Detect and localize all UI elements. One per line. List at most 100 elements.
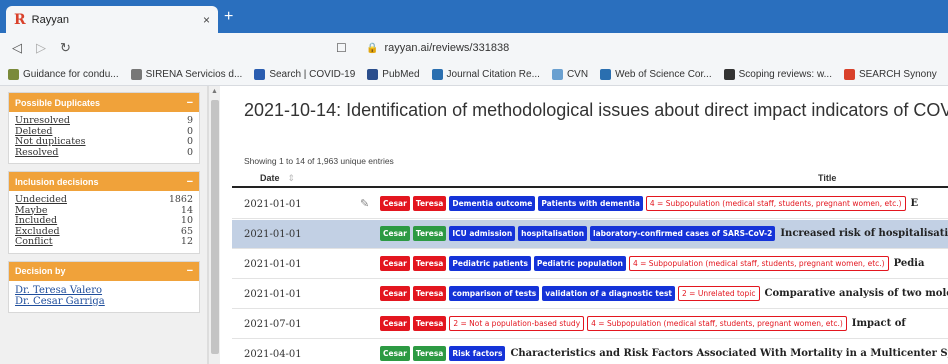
exclusion-reason-tag[interactable]: 4 = Subpopulation (medical staff, studen… — [587, 316, 847, 331]
filter-row[interactable]: Included 10 — [15, 215, 193, 227]
row-title[interactable]: Characteristics and Risk Factors Associa… — [510, 348, 948, 359]
filter-row[interactable]: Not duplicates 0 — [15, 136, 193, 148]
bookmark-item[interactable]: CVN — [551, 69, 588, 80]
bookmark-favicon-icon — [600, 69, 612, 80]
exclusion-reason-tag[interactable]: 4 = Subpopulation (medical staff, studen… — [645, 196, 906, 211]
bookmark-page-icon[interactable]: ☐ — [336, 41, 347, 55]
bookmark-label: PubMed — [382, 69, 420, 80]
filter-label[interactable]: Undecided — [15, 194, 67, 206]
reviewer-decision-badge: Cesar — [380, 196, 410, 211]
exclusion-reason-tag[interactable]: 2 = Not a population-based study — [449, 316, 585, 331]
bookmark-item[interactable]: Web of Science Cor... — [600, 69, 712, 80]
bookmark-item[interactable]: Guidance for condu... — [8, 69, 119, 80]
reviewer-link[interactable]: Dr. Teresa Valero — [15, 285, 193, 296]
filter-row[interactable]: Undecided 1862 — [15, 194, 193, 206]
reviewer-decision-badge: Teresa — [412, 286, 447, 301]
panel-title: Inclusion decisions — [15, 176, 99, 187]
tab-close-icon[interactable]: × — [203, 13, 210, 27]
row-title[interactable]: E — [911, 198, 919, 209]
row-title[interactable]: Comparative analysis of two mole — [765, 288, 948, 299]
bookmark-item[interactable]: PubMed — [367, 69, 420, 80]
label-tag[interactable]: validation of a diagnostic test — [542, 286, 676, 301]
url-field[interactable]: 🔒 rayyan.ai/reviews/331838 — [366, 42, 509, 54]
row-title[interactable]: Increased risk of hospitalisatio — [780, 228, 948, 239]
bookmark-item[interactable]: Scoping reviews: w... — [723, 69, 832, 80]
label-tag[interactable]: Risk factors — [449, 346, 506, 361]
url-text: rayyan.ai/reviews/331838 — [384, 42, 510, 54]
panel-header[interactable]: Possible Duplicates − — [9, 93, 199, 112]
collapse-icon[interactable]: − — [187, 176, 193, 188]
bookmark-item[interactable]: SEARCH Synony — [843, 69, 937, 80]
row-date: 2021-01-01 — [244, 229, 302, 240]
forward-arrow-icon[interactable]: ▷ — [36, 40, 46, 56]
new-tab-button[interactable]: + — [224, 8, 233, 26]
bookmark-item[interactable]: SIRENA Servicios d... — [130, 69, 242, 80]
reviewer-decision-badge: Teresa — [412, 226, 447, 241]
reviewer-link[interactable]: Dr. Cesar Garriga — [15, 296, 193, 307]
filter-row[interactable]: Resolved 0 — [15, 147, 193, 159]
row-title[interactable]: Impact of — [852, 318, 906, 329]
bookmark-item[interactable]: Search | COVID-19 — [254, 69, 355, 80]
row-labels: Cesar Teresa Risk factors Characteristics a… — [380, 346, 948, 361]
table-row[interactable]: 2021-01-01 ✎ Cesar Teresa Dementia outcome Pa… — [232, 190, 948, 219]
reviewer-decision-badge: Teresa — [412, 256, 447, 271]
filter-label[interactable]: Resolved — [15, 147, 58, 159]
label-tag[interactable]: ICU admission — [449, 226, 516, 241]
main-content: 2021-10-14: Identification of methodolog… — [232, 86, 948, 364]
panel-header[interactable]: Decision by − — [9, 261, 199, 281]
filter-row[interactable]: Unresolved 9 — [15, 115, 193, 127]
entries-count: Showing 1 to 14 of 1,963 unique entries — [244, 156, 394, 166]
row-labels: Cesar Teresa 2 = Not a population-based st… — [380, 316, 906, 331]
label-tag[interactable]: hospitalisation — [518, 226, 588, 241]
label-tag[interactable]: Patients with dementia — [538, 196, 643, 211]
filter-count: 12 — [180, 236, 193, 247]
scroll-up-icon[interactable]: ▲ — [211, 88, 218, 95]
filter-count: 9 — [186, 115, 193, 126]
label-tag[interactable]: Dementia outcome — [449, 196, 536, 211]
reload-icon[interactable]: ↻ — [60, 40, 71, 56]
scrollbar-thumb[interactable] — [211, 100, 219, 354]
collapse-icon[interactable]: − — [187, 97, 193, 109]
filter-label[interactable]: Conflict — [15, 236, 53, 248]
panel-header[interactable]: Inclusion decisions − — [9, 172, 199, 191]
table-row[interactable]: 2021-04-01 Cesar Teresa Risk factors Charact… — [232, 340, 948, 364]
browser-tab[interactable]: R Rayyan × — [6, 6, 218, 33]
row-date: 2021-04-01 — [244, 349, 302, 360]
edit-icon[interactable]: ✎ — [360, 197, 369, 210]
filter-count: 0 — [186, 136, 193, 147]
table-row[interactable]: 2021-07-01 Cesar Teresa 2 = Not a populatio… — [232, 310, 948, 339]
date-column-header[interactable]: Date ⇕ — [260, 173, 295, 184]
row-labels: Cesar Teresa comparison of tests validation… — [380, 286, 948, 301]
table-row[interactable]: 2021-01-01 Cesar Teresa comparison of tests… — [232, 280, 948, 309]
row-labels: Cesar Teresa Dementia outcome Patients with… — [380, 196, 918, 211]
filter-label[interactable]: Unresolved — [15, 115, 70, 127]
reviewer-decision-badge: Teresa — [412, 196, 447, 211]
label-tag[interactable]: laboratory-confirmed cases of SARS-CoV-2 — [590, 226, 776, 241]
filter-label[interactable]: Not duplicates — [15, 136, 86, 148]
table-header: Date ⇕ Title — [232, 168, 948, 188]
table-row[interactable]: 2021-01-01 Cesar Teresa Pediatric patients P… — [232, 250, 948, 279]
sort-icon[interactable]: ⇕ — [288, 173, 296, 183]
table-row[interactable]: 2021-01-01 Cesar Teresa ICU admission hospit… — [232, 220, 948, 249]
row-title[interactable]: Pedia — [894, 258, 925, 269]
sidebar-scrollbar[interactable]: ▲ — [208, 86, 220, 364]
exclusion-reason-tag[interactable]: 2 = Unrelated topic — [678, 286, 760, 301]
label-tag[interactable]: Pediatric population — [533, 256, 626, 271]
collapse-icon[interactable]: − — [187, 265, 193, 277]
bookmark-favicon-icon — [367, 69, 379, 80]
bookmark-favicon-icon — [8, 69, 19, 80]
bookmarks-bar: Guidance for condu... SIRENA Servicios d.… — [0, 64, 948, 86]
row-date: 2021-01-01 — [244, 259, 302, 270]
title-column-header[interactable]: Title — [818, 173, 836, 183]
exclusion-reason-tag[interactable]: 4 = Subpopulation (medical staff, studen… — [628, 256, 889, 271]
bookmark-item[interactable]: Journal Citation Re... — [431, 69, 540, 80]
label-tag[interactable]: comparison of tests — [449, 286, 540, 301]
filter-label[interactable]: Included — [15, 215, 57, 227]
reviewer-decision-badge: Cesar — [380, 226, 410, 241]
page-title: 2021-10-14: Identification of methodolog… — [244, 100, 948, 120]
filter-count: 10 — [180, 215, 193, 226]
back-arrow-icon[interactable]: ◁ — [12, 40, 22, 56]
filter-row[interactable]: Conflict 12 — [15, 236, 193, 248]
address-bar-row: ◁ ▷ ↻ ☐ 🔒 rayyan.ai/reviews/331838 — [0, 33, 948, 64]
label-tag[interactable]: Pediatric patients — [449, 256, 531, 271]
